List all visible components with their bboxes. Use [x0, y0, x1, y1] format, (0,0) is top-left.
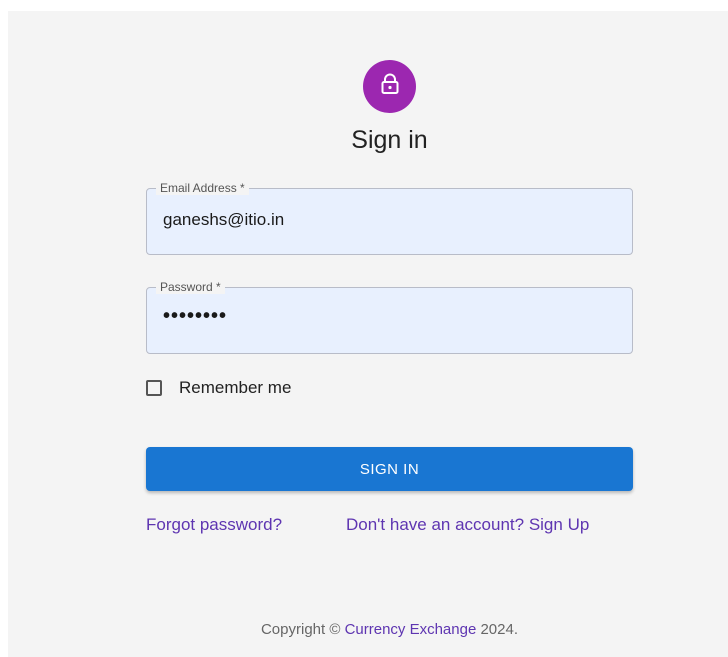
footer-suffix: 2024.: [476, 621, 519, 638]
company-link[interactable]: Currency Exchange: [345, 621, 477, 638]
forgot-password-link[interactable]: Forgot password?: [146, 514, 282, 536]
remember-me-row[interactable]: Remember me: [146, 378, 291, 398]
password-input[interactable]: ••••••••: [163, 305, 613, 328]
footer-copyright: Copyright © Currency Exchange 2024.: [0, 621, 728, 638]
sign-in-button[interactable]: SIGN IN: [146, 447, 633, 491]
lock-icon: [380, 73, 400, 100]
password-field[interactable]: Password * ••••••••: [146, 280, 633, 354]
email-input[interactable]: [163, 210, 613, 230]
lock-avatar: [363, 60, 416, 113]
password-field-label: Password *: [156, 280, 225, 294]
sign-up-link[interactable]: Don't have an account? Sign Up: [346, 514, 589, 536]
page-title: Sign in: [351, 126, 428, 154]
remember-me-label: Remember me: [179, 378, 292, 397]
remember-me-checkbox[interactable]: [146, 380, 162, 396]
email-field[interactable]: Email Address *: [146, 181, 633, 255]
email-field-label: Email Address *: [156, 181, 249, 195]
footer-prefix: Copyright ©: [260, 621, 345, 638]
